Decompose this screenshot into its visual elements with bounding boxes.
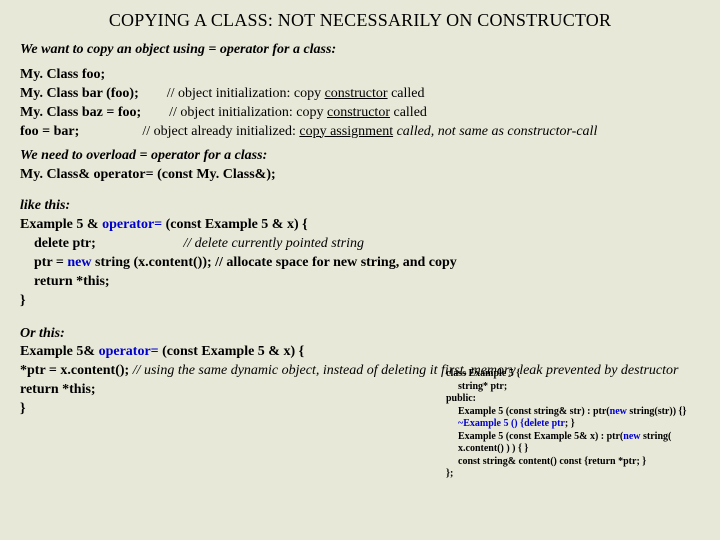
ex2-sig-a: Example 5& — [20, 344, 99, 359]
need-sig: My. Class& operator= (const My. Class&); — [20, 167, 276, 182]
intro-text: We want to copy an object using = operat… — [20, 41, 700, 60]
ex1-l2a: ptr = — [34, 255, 67, 270]
side-l6a: Example 5 (const Example 5& x) : ptr( — [458, 431, 623, 442]
slide-title: COPYING A CLASS: NOT NECESSARILY ON CONS… — [20, 10, 700, 31]
example1-block: like this: Example 5 & operator= (const … — [20, 197, 700, 310]
line4-underline: copy assignment — [299, 124, 393, 139]
side-l2: string* ptr; — [446, 381, 696, 394]
side-l4a: Example 5 (const string& str) : ptr( — [458, 406, 610, 417]
need-text: We need to overload = operator for a cla… — [20, 148, 267, 163]
ex1-l2b: new — [67, 255, 91, 270]
line3-code: My. Class baz = foo; — [20, 105, 141, 120]
ex2-close: } — [20, 401, 26, 416]
side-class-def: class Example 5 { string* ptr; public: E… — [446, 368, 696, 481]
side-l5: ~Example 5 () {delete ptr; } — [446, 418, 696, 431]
line1: My. Class foo; — [20, 67, 105, 82]
ex2-sig-b: (const Example 5 & x) { — [159, 344, 305, 359]
side-l5a: ~Example 5 () { — [458, 418, 524, 429]
line3-underline: constructor — [327, 105, 390, 120]
ex1-head: like this: — [20, 198, 70, 213]
line2-code: My. Class bar (foo); — [20, 86, 139, 101]
spacer — [142, 86, 163, 101]
line4-code: foo = bar; — [20, 124, 79, 139]
side-l5b: delete ptr — [524, 418, 565, 429]
ex1-sig-op: operator= — [102, 217, 162, 232]
line4-comment-a: // object already initialized: — [142, 124, 299, 139]
side-l8: }; — [446, 468, 696, 481]
need-block: We need to overload = operator for a cla… — [20, 147, 700, 185]
side-l5c: ; } — [565, 418, 575, 429]
line4-comment-b: called, not same as constructor-call — [393, 124, 597, 139]
ex2-sig-op: operator= — [99, 344, 159, 359]
spacer — [145, 105, 166, 120]
ex1-line2: ptr = new string (x.content()); // alloc… — [20, 255, 457, 270]
spacer — [99, 236, 180, 251]
ex1-l1b: // delete currently pointed string — [183, 236, 364, 251]
side-l6b: new — [623, 431, 640, 442]
side-l7: const string& content() const {return *p… — [446, 456, 696, 469]
line3-comment-b: called — [390, 105, 427, 120]
ex2-head: Or this: — [20, 326, 65, 341]
ex2-l1a: *ptr = x.content(); — [20, 363, 133, 378]
side-l4c: string(str)) {} — [627, 406, 687, 417]
side-l6: Example 5 (const Example 5& x) : ptr(new… — [446, 431, 696, 456]
ex1-line1: delete ptr; // delete currently pointed … — [20, 236, 364, 251]
ex1-close: } — [20, 293, 26, 308]
code-block-1: My. Class foo; My. Class bar (foo); // o… — [20, 66, 700, 142]
ex1-sig-b: (const Example 5 & x) { — [162, 217, 308, 232]
ex1-line3: return *this; — [20, 274, 110, 289]
ex1-l2c: string (x.content()); // allocate space … — [92, 255, 457, 270]
line2-underline: constructor — [325, 86, 388, 101]
side-l4b: new — [610, 406, 627, 417]
line2-comment-a: // object initialization: copy — [167, 86, 325, 101]
line2-comment-b: called — [388, 86, 425, 101]
side-l4: Example 5 (const string& str) : ptr(new … — [446, 406, 696, 419]
spacer — [83, 124, 139, 139]
line3-comment-a: // object initialization: copy — [169, 105, 327, 120]
ex1-sig-a: Example 5 & — [20, 217, 102, 232]
ex2-l2: return *this; — [20, 382, 96, 397]
side-l1: class Example 5 { — [446, 368, 696, 381]
ex1-l1a: delete ptr; — [34, 236, 96, 251]
side-l3: public: — [446, 393, 696, 406]
